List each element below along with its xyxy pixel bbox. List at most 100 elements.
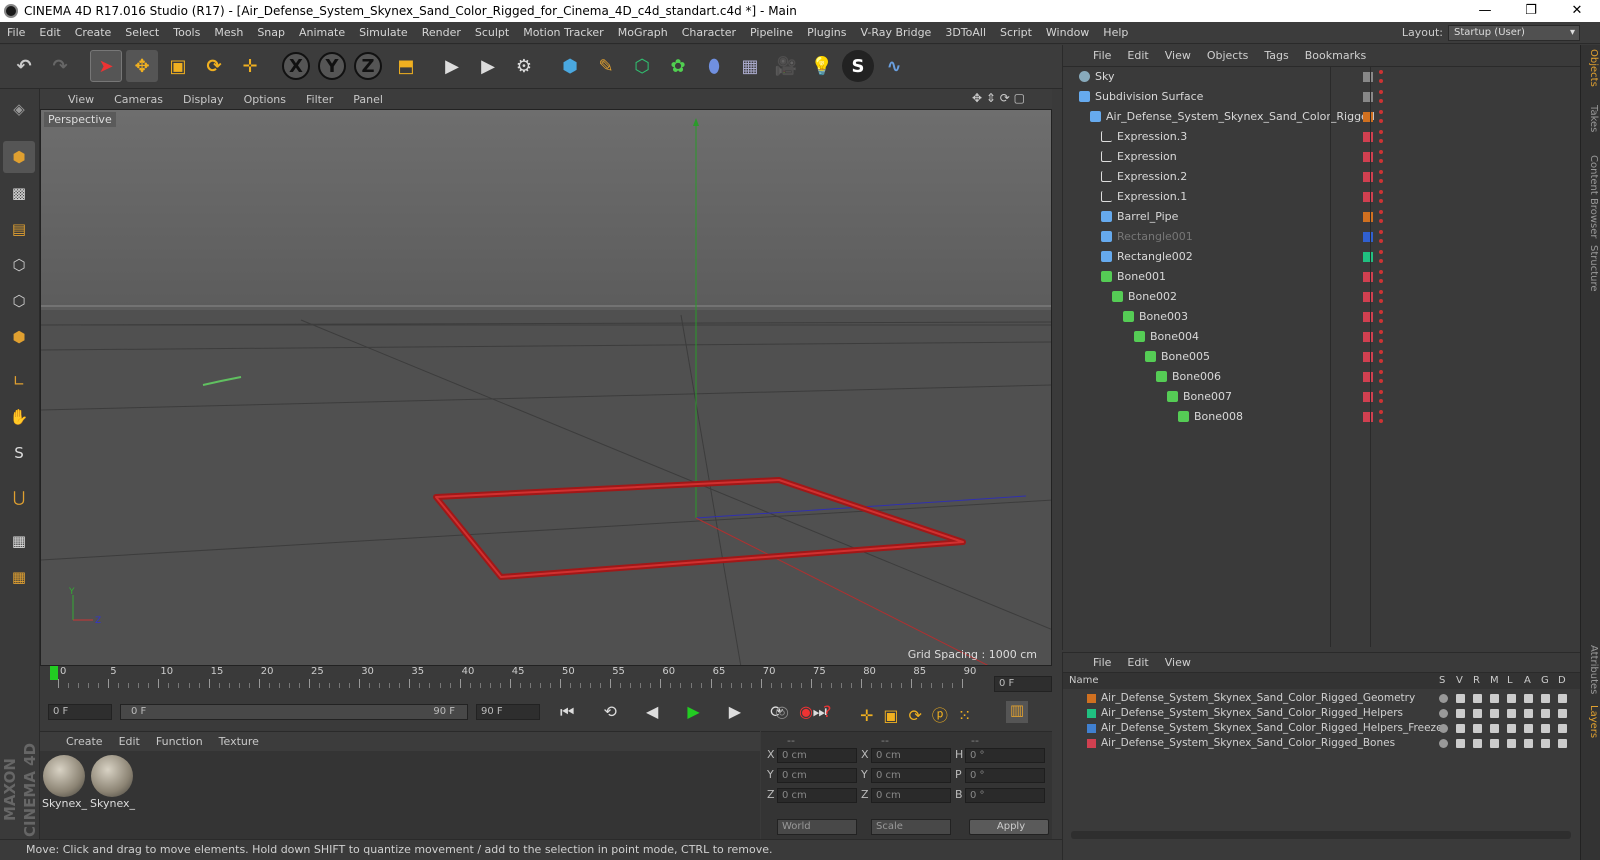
current-frame-field[interactable]: 0 F xyxy=(994,676,1052,692)
editor-visibility-dot[interactable] xyxy=(1379,310,1383,314)
deformer-icon[interactable]: ⬮ xyxy=(698,50,730,82)
menu-item-help[interactable]: Help xyxy=(1096,22,1135,44)
coord-value-field[interactable]: 0 cm xyxy=(777,768,857,783)
object-menu-bookmarks[interactable]: Bookmarks xyxy=(1297,49,1374,62)
maximize-button[interactable]: ❐ xyxy=(1508,0,1554,22)
scale-select[interactable]: Scale xyxy=(871,819,951,835)
layer-toggle-icon[interactable] xyxy=(1507,724,1516,733)
render-view-icon[interactable]: ▶ xyxy=(436,50,468,82)
layer-toggle-icon[interactable] xyxy=(1541,739,1550,748)
editor-visibility-dot[interactable] xyxy=(1379,270,1383,274)
layer-toggle-icon[interactable] xyxy=(1456,709,1465,718)
layer-toggle-icon[interactable] xyxy=(1524,709,1533,718)
viewport-menu-view[interactable]: View xyxy=(58,93,104,106)
coord-value-field[interactable]: 0 cm xyxy=(871,748,951,763)
menu-item-mograph[interactable]: MoGraph xyxy=(611,22,675,44)
layer-color-swatch[interactable] xyxy=(1363,412,1373,422)
menu-item-plugins[interactable]: Plugins xyxy=(800,22,853,44)
layer-column-m[interactable]: M xyxy=(1490,673,1499,689)
object-row[interactable]: Subdivision Surface xyxy=(1063,87,1581,107)
menu-item-3dtoall[interactable]: 3DToAll xyxy=(938,22,993,44)
viewport-camera-label[interactable]: Perspective xyxy=(44,112,116,127)
side-tab-content-browser[interactable]: Content Browser xyxy=(1583,155,1599,238)
model-mode-icon[interactable]: ⬢ xyxy=(3,141,35,173)
menu-item-mesh[interactable]: Mesh xyxy=(207,22,250,44)
layer-column-s[interactable]: S xyxy=(1439,673,1445,689)
layer-color-swatch[interactable] xyxy=(1363,92,1373,102)
y-axis-button[interactable]: Y xyxy=(318,52,346,80)
side-tab-takes[interactable]: Takes xyxy=(1583,105,1599,132)
help-icon[interactable]: ? xyxy=(823,702,842,721)
menu-item-motion-tracker[interactable]: Motion Tracker xyxy=(516,22,610,44)
layer-color-swatch[interactable] xyxy=(1363,192,1373,202)
object-row[interactable]: Expression xyxy=(1063,147,1581,167)
render-visibility-dot[interactable] xyxy=(1379,259,1383,263)
layer-color-swatch[interactable] xyxy=(1363,292,1373,302)
menu-item-animate[interactable]: Animate xyxy=(292,22,352,44)
object-row[interactable]: Bone004 xyxy=(1063,327,1581,347)
viewport-menu-panel[interactable]: Panel xyxy=(343,93,393,106)
object-row[interactable]: Bone005 xyxy=(1063,347,1581,367)
render-visibility-dot[interactable] xyxy=(1379,299,1383,303)
editor-visibility-dot[interactable] xyxy=(1379,390,1383,394)
editor-visibility-dot[interactable] xyxy=(1379,210,1383,214)
render-visibility-dot[interactable] xyxy=(1379,179,1383,183)
editor-visibility-dot[interactable] xyxy=(1379,130,1383,134)
side-tab-structure[interactable]: Structure xyxy=(1583,245,1599,292)
render-visibility-dot[interactable] xyxy=(1379,219,1383,223)
render-visibility-dot[interactable] xyxy=(1379,279,1383,283)
range-slider[interactable]: 0 F 90 F xyxy=(120,704,468,720)
editor-visibility-dot[interactable] xyxy=(1379,330,1383,334)
world-select[interactable]: World xyxy=(777,819,857,835)
layer-column-a[interactable]: A xyxy=(1524,673,1531,689)
coord-value-field[interactable]: 0 ° xyxy=(965,788,1045,803)
workplane-lock-icon[interactable]: ▦ xyxy=(3,525,35,557)
material-menu-texture[interactable]: Texture xyxy=(211,735,267,748)
render-visibility-dot[interactable] xyxy=(1379,79,1383,83)
z-axis-button[interactable]: Z xyxy=(354,52,382,80)
layer-color-swatch[interactable] xyxy=(1363,152,1373,162)
object-row[interactable]: Bone001 xyxy=(1063,267,1581,287)
menu-item-render[interactable]: Render xyxy=(415,22,468,44)
layer-toggle-icon[interactable] xyxy=(1541,709,1550,718)
redo-icon[interactable]: ↷ xyxy=(44,50,76,82)
magnet-icon[interactable]: ⋃ xyxy=(3,481,35,513)
layer-toggle-icon[interactable] xyxy=(1507,709,1516,718)
layer-toggle-icon[interactable] xyxy=(1524,694,1533,703)
render-visibility-dot[interactable] xyxy=(1379,399,1383,403)
render-visibility-dot[interactable] xyxy=(1379,319,1383,323)
layer-color-swatch[interactable] xyxy=(1087,694,1096,703)
layer-toggle-icon[interactable] xyxy=(1473,724,1482,733)
layer-color-swatch[interactable] xyxy=(1363,312,1373,322)
subdivision-icon[interactable]: ⬡ xyxy=(626,50,658,82)
layer-toggle-icon[interactable] xyxy=(1456,739,1465,748)
layer-column-l[interactable]: L xyxy=(1507,673,1513,689)
side-tab-attributes[interactable]: Attributes xyxy=(1583,645,1599,694)
layer-column-r[interactable]: R xyxy=(1473,673,1480,689)
material-menu-create[interactable]: Create xyxy=(58,735,111,748)
render-settings-icon[interactable]: ⚙ xyxy=(508,50,540,82)
editor-visibility-dot[interactable] xyxy=(1379,410,1383,414)
pen-spline-icon[interactable]: ✎ xyxy=(590,50,622,82)
layer-color-swatch[interactable] xyxy=(1087,724,1096,733)
layer-toggle-icon[interactable] xyxy=(1473,709,1482,718)
end-frame-field[interactable]: 90 F xyxy=(476,704,540,720)
layer-column-g[interactable]: G xyxy=(1541,673,1549,689)
layout-select[interactable]: Startup (User) ▾ xyxy=(1448,25,1580,41)
render-visibility-dot[interactable] xyxy=(1379,119,1383,123)
layer-color-swatch[interactable] xyxy=(1363,392,1373,402)
object-row[interactable]: Rectangle001 xyxy=(1063,227,1581,247)
layer-color-swatch[interactable] xyxy=(1363,272,1373,282)
texture-mode-icon[interactable]: ▩ xyxy=(3,177,35,209)
layer-color-swatch[interactable] xyxy=(1363,172,1373,182)
editor-visibility-dot[interactable] xyxy=(1379,110,1383,114)
layer-toggle-icon[interactable] xyxy=(1456,694,1465,703)
layer-scrollbar[interactable] xyxy=(1071,831,1571,839)
menu-item-simulate[interactable]: Simulate xyxy=(352,22,415,44)
render-visibility-dot[interactable] xyxy=(1379,99,1383,103)
perspective-viewport[interactable]: Y Z Perspective Grid Spacing : 1000 cm xyxy=(40,109,1052,666)
layer-toggle-icon[interactable] xyxy=(1439,724,1448,733)
layer-color-swatch[interactable] xyxy=(1363,352,1373,362)
select-cursor-icon[interactable]: ➤ xyxy=(90,50,122,82)
coord-value-field[interactable]: 0 cm xyxy=(871,788,951,803)
